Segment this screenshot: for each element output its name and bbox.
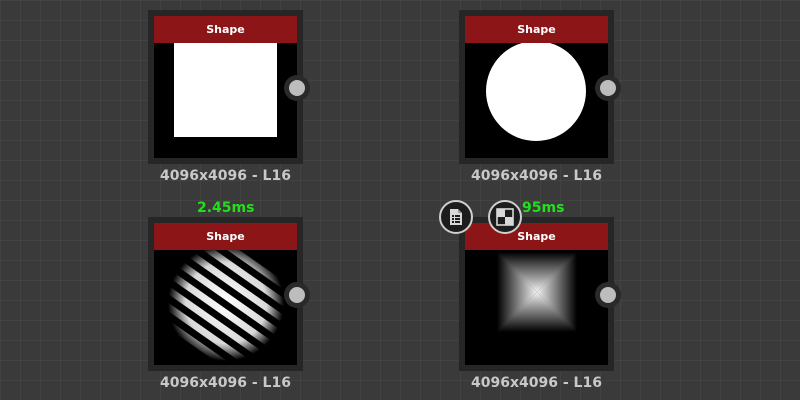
node-header[interactable]: Shape bbox=[465, 223, 608, 250]
output-socket[interactable] bbox=[595, 282, 621, 308]
striped-sphere-preview bbox=[154, 250, 297, 365]
output-socket[interactable] bbox=[595, 75, 621, 101]
node-header[interactable]: Shape bbox=[465, 16, 608, 43]
checker-preview-button[interactable] bbox=[488, 200, 522, 234]
node-resolution: 4096x4096 - L16 bbox=[160, 375, 291, 391]
striped-sphere-shape bbox=[154, 250, 297, 365]
node-preview bbox=[154, 250, 297, 365]
node-timing-right: 95ms bbox=[522, 200, 565, 216]
shape-node-square[interactable]: Shape 4096x4096 - L16 bbox=[148, 10, 310, 184]
output-socket[interactable] bbox=[284, 282, 310, 308]
node-resolution: 4096x4096 - L16 bbox=[471, 375, 602, 391]
checker-preview-icon bbox=[496, 208, 514, 226]
shape-node-striped[interactable]: Shape 4096x4096 - L16 bbox=[148, 217, 310, 391]
shape-node-disc[interactable]: Shape 4096x4096 - L16 bbox=[459, 10, 621, 184]
node-preview bbox=[154, 43, 297, 158]
output-socket[interactable] bbox=[284, 75, 310, 101]
node-header[interactable]: Shape bbox=[154, 223, 297, 250]
white-disc-shape bbox=[486, 43, 586, 141]
pyramid-preview bbox=[497, 252, 577, 332]
document-list-icon bbox=[450, 209, 462, 225]
pyramid-gradient-shape bbox=[497, 252, 577, 332]
node-timing-left: 2.45ms bbox=[197, 200, 255, 216]
socket-dot bbox=[600, 80, 616, 96]
socket-dot bbox=[600, 287, 616, 303]
node-preview bbox=[465, 43, 608, 158]
document-list-button[interactable] bbox=[439, 200, 473, 234]
node-header[interactable]: Shape bbox=[154, 16, 297, 43]
node-preview bbox=[465, 250, 608, 365]
node-resolution: 4096x4096 - L16 bbox=[471, 168, 602, 184]
socket-dot bbox=[289, 287, 305, 303]
disc-preview bbox=[486, 43, 586, 141]
node-resolution: 4096x4096 - L16 bbox=[160, 168, 291, 184]
square-preview bbox=[174, 43, 277, 137]
shape-node-pyramid[interactable]: Shape 4096x4096 - L16 bbox=[459, 217, 621, 391]
white-square-shape bbox=[174, 43, 277, 137]
socket-dot bbox=[289, 80, 305, 96]
